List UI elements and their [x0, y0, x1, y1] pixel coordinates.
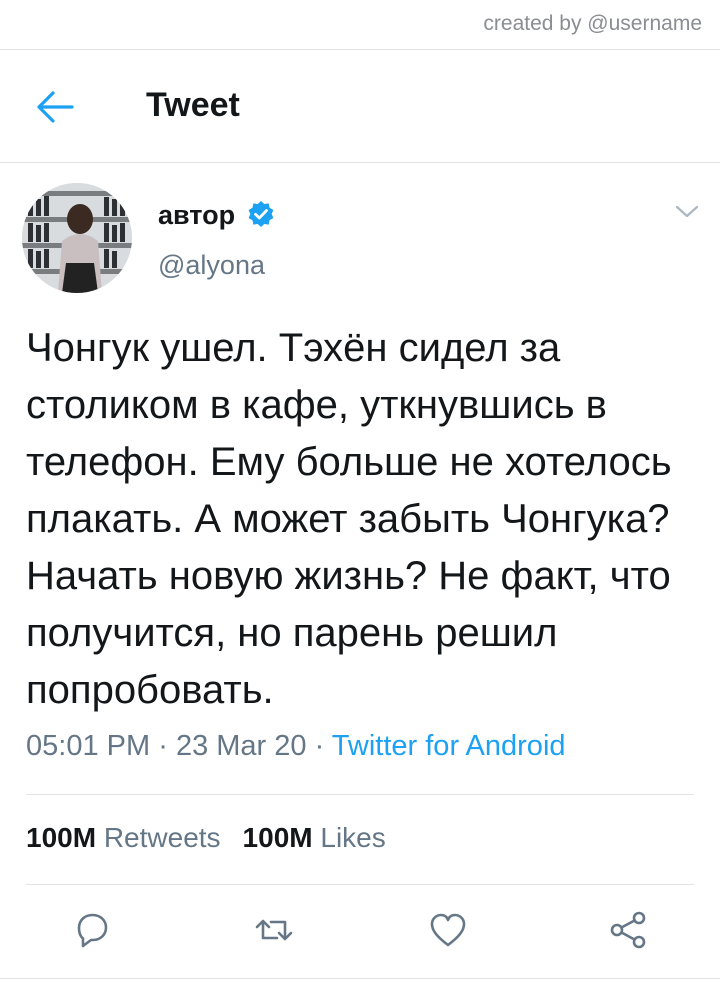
likes-count: 100M: [242, 822, 313, 853]
header: Tweet: [0, 50, 720, 162]
share-icon: [610, 911, 646, 949]
tweet-text: Чонгук ушел. Тэхён сидел за столиком в к…: [26, 326, 672, 712]
meta-separator: ·: [158, 730, 168, 762]
reply-icon: [77, 913, 108, 948]
author-name[interactable]: автор: [158, 200, 235, 231]
retweets-stat[interactable]: 100M Retweets: [26, 822, 221, 853]
retweets-label: Retweets: [103, 822, 221, 853]
page-title: Tweet: [146, 86, 240, 124]
tweet-meta: 05:01 PM · 23 Mar 20 · Twitter for Andro…: [26, 730, 566, 763]
avatar-photo-icon: [22, 183, 132, 293]
author-handle[interactable]: @alyona: [158, 250, 265, 281]
tweet-time: 05:01 PM: [26, 730, 151, 762]
like-button[interactable]: [426, 908, 470, 952]
stats-divider: [26, 794, 694, 795]
retweet-icon: [255, 919, 293, 941]
header-divider: [0, 162, 720, 163]
tweet-source-link[interactable]: Twitter for Android: [332, 730, 566, 762]
tweet-stats: 100M Retweets 100M Likes: [26, 822, 386, 854]
avatar[interactable]: [22, 183, 132, 293]
share-button[interactable]: [606, 908, 650, 952]
like-icon: [430, 913, 466, 947]
bottom-divider: [0, 978, 720, 979]
verified-badge-icon: [248, 201, 274, 227]
actions-divider: [26, 884, 694, 885]
likes-stat[interactable]: 100M Likes: [243, 822, 386, 853]
tweet-date: 23 Mar 20: [175, 730, 307, 762]
retweets-count: 100M: [26, 822, 97, 853]
retweet-button[interactable]: [252, 908, 296, 952]
likes-label: Likes: [320, 822, 386, 853]
arrow-left-icon: [37, 91, 74, 123]
meta-separator: ·: [314, 730, 325, 762]
chevron-down-icon[interactable]: [674, 202, 700, 222]
reply-button[interactable]: [70, 908, 114, 952]
credit-text: created by @username: [483, 12, 702, 35]
back-button[interactable]: [36, 90, 76, 124]
